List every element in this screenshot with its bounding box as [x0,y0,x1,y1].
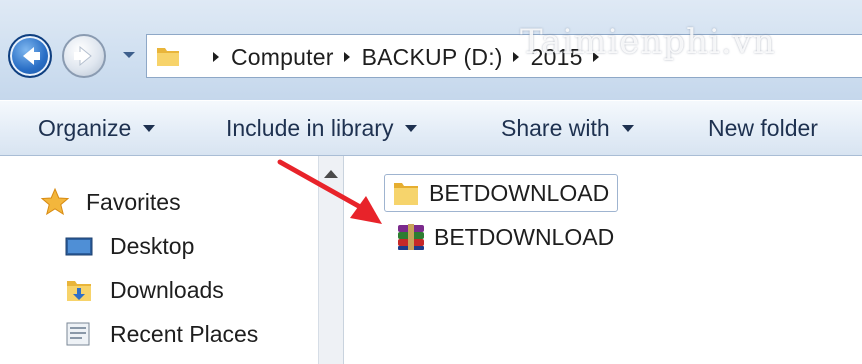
nav-pane-scrollbar[interactable] [318,156,344,364]
nav-item-label: Favorites [86,188,181,215]
desktop-icon [64,231,94,261]
navigation-pane: Favorites Desktop Downloads Recent Place… [0,156,318,364]
recent-pages-dropdown[interactable] [120,46,138,64]
chevron-down-icon [143,124,156,132]
share-with-label: Share with [501,114,610,141]
include-in-library-label: Include in library [226,114,394,141]
include-in-library-button[interactable]: Include in library [226,101,418,155]
chevron-down-icon [123,52,135,58]
new-folder-button[interactable]: New folder [708,101,818,155]
breadcrumb-computer[interactable]: Computer [231,44,334,71]
back-arrow-icon [23,47,40,65]
list-item-rar-archive[interactable]: BETDOWNLOAD [390,218,622,256]
nav-item-label: Recent Places [110,320,259,347]
scroll-up-arrow-icon[interactable] [324,170,338,178]
new-folder-label: New folder [708,114,818,141]
breadcrumb: Computer BACKUP (D:) 2015 [203,35,611,79]
address-input[interactable]: Computer BACKUP (D:) 2015 [146,34,862,78]
command-bar: Organize Include in library Share with N… [0,100,862,156]
breadcrumb-backup-drive[interactable]: BACKUP (D:) [362,44,503,71]
breadcrumb-arrow-icon[interactable] [209,49,223,65]
file-name: BETDOWNLOAD [429,179,610,206]
nav-item-label: Downloads [110,276,224,303]
folder-icon [157,48,179,66]
downloads-folder-icon [64,275,94,305]
chevron-down-icon [405,124,418,132]
breadcrumb-2015[interactable]: 2015 [531,44,583,71]
organize-label: Organize [38,114,132,141]
forward-button[interactable] [62,34,106,78]
nav-item-label: Desktop [110,232,195,259]
nav-item-desktop[interactable]: Desktop [64,226,194,266]
folder-icon [391,178,421,208]
breadcrumb-arrow-icon[interactable] [589,49,603,65]
star-icon [40,187,70,217]
winrar-archive-icon [396,222,426,252]
breadcrumb-arrow-icon[interactable] [509,49,523,65]
breadcrumb-arrow-icon[interactable] [340,49,354,65]
nav-item-recent-places[interactable]: Recent Places [64,314,258,354]
recent-places-icon [64,319,94,349]
nav-item-favorites[interactable]: Favorites [40,182,181,222]
file-list: BETDOWNLOAD BETDOWNLOAD [344,156,862,364]
file-name: BETDOWNLOAD [434,223,615,250]
back-button[interactable] [8,34,52,78]
address-bar-region: Computer BACKUP (D:) 2015 Taimienphi.vn [0,0,862,100]
chevron-down-icon [621,124,634,132]
list-item-folder[interactable]: BETDOWNLOAD [384,174,619,212]
organize-button[interactable]: Organize [38,101,156,155]
forward-arrow-icon [74,45,92,67]
share-with-button[interactable]: Share with [501,101,634,155]
nav-item-downloads[interactable]: Downloads [64,270,224,310]
